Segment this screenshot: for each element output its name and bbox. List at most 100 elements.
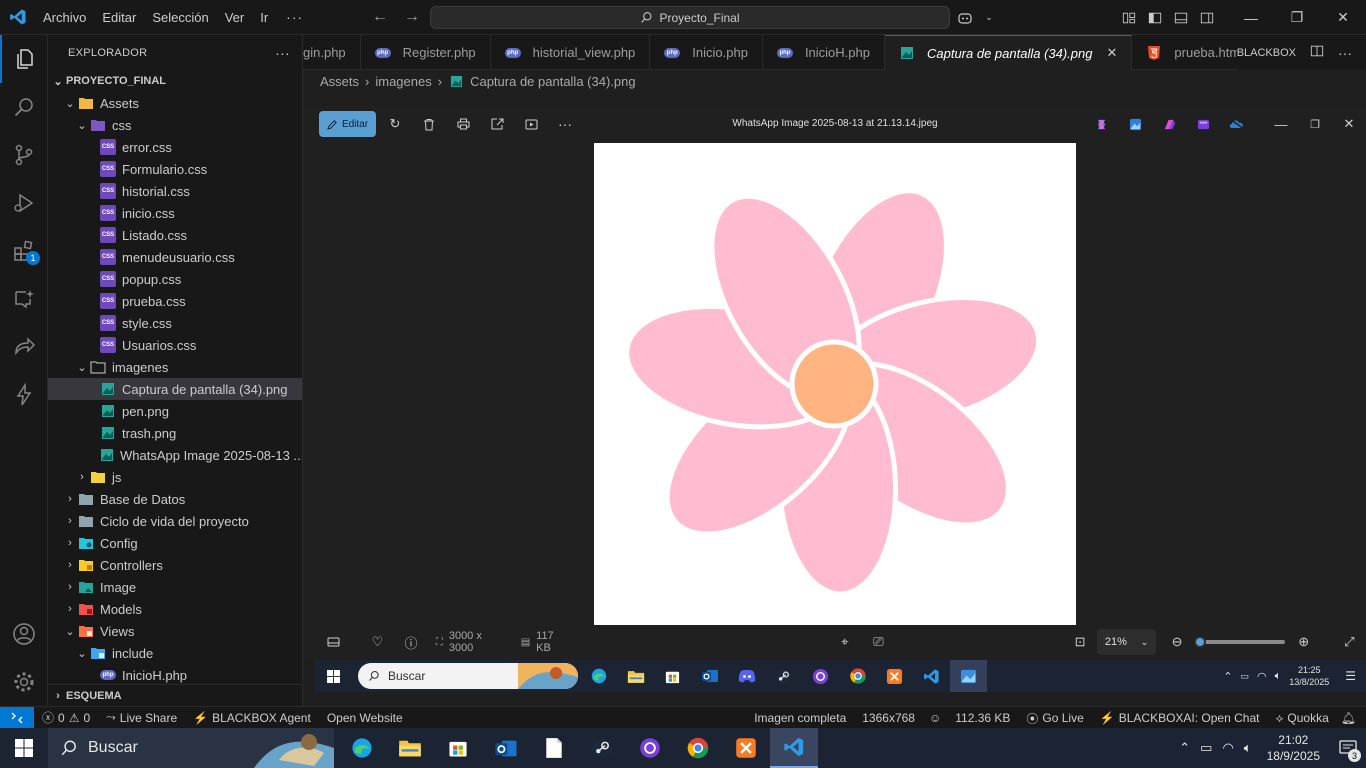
xampp-icon[interactable]	[722, 728, 770, 768]
tree-file-whatsapp-image[interactable]: WhatsApp Image 2025-08-13 ...	[48, 444, 302, 466]
tree-file-trash-png[interactable]: trash.png	[48, 422, 302, 444]
tab-register-php[interactable]: php Register.php	[361, 35, 491, 70]
explorer-icon[interactable]	[0, 35, 48, 83]
tree-file-usuarios-css[interactable]: CSS Usuarios.css	[48, 334, 302, 356]
photos-app-icon[interactable]	[1118, 106, 1152, 142]
image-resolution-status[interactable]: 1366x768	[854, 711, 923, 725]
zoom-in-icon[interactable]: ⊕	[1287, 624, 1321, 660]
source-control-icon[interactable]	[0, 131, 48, 179]
minimize-button[interactable]: —	[1228, 0, 1274, 35]
vscode-taskbar-icon[interactable]	[770, 728, 818, 768]
wifi-icon[interactable]: ◠	[1217, 740, 1238, 756]
tab-inicio-php[interactable]: php Inicio.php	[650, 35, 763, 70]
menu-more-button[interactable]: ···	[276, 9, 313, 25]
tree-folder-css[interactable]: ⌄ css	[48, 114, 302, 136]
windows-start-icon[interactable]	[315, 660, 352, 692]
steam-icon[interactable]	[578, 728, 626, 768]
copilot-icon[interactable]	[948, 0, 982, 35]
open-website-status[interactable]: Open Website	[319, 711, 411, 725]
customize-layout-icon[interactable]	[1116, 0, 1142, 35]
github-desktop-icon[interactable]	[802, 660, 839, 692]
notepad-icon[interactable]	[530, 728, 578, 768]
close-button[interactable]: ✕	[1320, 0, 1366, 35]
visual-search-icon[interactable]: ⌖	[828, 624, 862, 660]
tree-folder-ciclo-de-vida[interactable]: › Ciclo de vida del proyecto	[48, 510, 302, 532]
system-clock[interactable]: 21:02 18/9/2025	[1257, 732, 1330, 764]
zoom-out-icon[interactable]: ⊖	[1160, 624, 1194, 660]
photos-taskbar-icon[interactable]	[950, 660, 987, 692]
close-tab-icon[interactable]: ✕	[1107, 45, 1118, 61]
breadcrumb-imagenes[interactable]: imagenes	[375, 74, 431, 89]
copilot-app-icon[interactable]	[1084, 106, 1118, 142]
notifications-bell-icon[interactable]: 🔔︎	[1337, 711, 1366, 725]
project-root[interactable]: ⌄ PROYECTO_FINAL	[48, 70, 302, 92]
tab-historial-view-php[interactable]: php historial_view.php	[491, 35, 651, 70]
viewer-restore-button[interactable]: ❐	[1298, 106, 1332, 142]
run-debug-icon[interactable]	[0, 179, 48, 227]
tab-captura-png[interactable]: Captura de pantalla (34).png ✕	[884, 35, 1133, 70]
split-editor-icon[interactable]	[1310, 44, 1324, 61]
viewer-minimize-button[interactable]: —	[1264, 106, 1298, 142]
menu-ver[interactable]: Ver	[217, 0, 253, 35]
xampp-icon[interactable]	[876, 660, 913, 692]
edge-icon[interactable]	[580, 660, 617, 692]
tree-file-historial-css[interactable]: CSS historial.css	[48, 180, 302, 202]
outlook-icon[interactable]	[482, 728, 530, 768]
tree-folder-include[interactable]: ⌄ include	[48, 642, 302, 664]
menu-ir[interactable]: Ir	[252, 0, 276, 35]
chevron-up-icon[interactable]: ⌃	[1223, 670, 1232, 683]
chevron-up-icon[interactable]: ⌃	[1174, 740, 1195, 756]
outline-section[interactable]: › ESQUEMA	[48, 684, 303, 706]
tree-folder-base-de-datos[interactable]: › Base de Datos	[48, 488, 302, 510]
blackbox-button[interactable]: BLACKBOX	[1237, 47, 1296, 59]
tab-login-php[interactable]: gin.php	[303, 35, 361, 70]
menu-archivo[interactable]: Archivo	[35, 0, 94, 35]
volume-icon[interactable]: 🔈︎	[1239, 740, 1257, 756]
notification-center-icon[interactable]: 3	[1330, 740, 1366, 762]
volume-icon[interactable]: 🔈︎	[1275, 670, 1282, 683]
problems-indicator[interactable]: ⓧ 0 ⚠ 0	[34, 709, 98, 726]
favorite-heart-icon[interactable]: ♡	[361, 624, 395, 660]
restore-button[interactable]: ❐	[1274, 0, 1320, 35]
onedrive-icon[interactable]	[1220, 106, 1254, 142]
command-center[interactable]: Proyecto_Final	[430, 6, 950, 29]
viewer-close-button[interactable]: ✕	[1332, 106, 1366, 142]
menu-editar[interactable]: Editar	[94, 0, 144, 35]
tree-file-captura-png[interactable]: Captura de pantalla (34).png	[48, 378, 302, 400]
taskbar-search-box[interactable]: Buscar	[48, 728, 334, 768]
tree-folder-controllers[interactable]: › Controllers	[48, 554, 302, 576]
wifi-icon[interactable]: ◠	[1257, 670, 1267, 683]
go-live-status[interactable]: ⦿ Go Live	[1018, 710, 1091, 727]
zoom-dropdown[interactable]: 21% ⌄	[1096, 629, 1157, 655]
copilot-status-icon[interactable]: ☺	[923, 711, 947, 725]
discord-icon[interactable]	[728, 660, 765, 692]
settings-gear-icon[interactable]	[0, 658, 48, 706]
notification-icon[interactable]: ☰	[1345, 669, 1356, 683]
tree-file-pen-png[interactable]: pen.png	[48, 400, 302, 422]
clipchamp-app-icon[interactable]	[1186, 106, 1220, 142]
tree-folder-views[interactable]: ⌄ Views	[48, 620, 302, 642]
zoom-slider-knob[interactable]	[1193, 636, 1206, 648]
blackboxai-status[interactable]: ⚡ BLACKBOXAI: Open Chat	[1092, 711, 1268, 725]
steam-icon[interactable]	[765, 660, 802, 692]
battery-icon[interactable]: ▭	[1195, 740, 1217, 756]
windows-start-button[interactable]	[0, 728, 48, 768]
zoom-slider[interactable]	[1193, 636, 1285, 648]
designer-app-icon[interactable]	[1152, 106, 1186, 142]
tree-file-popup-css[interactable]: CSS popup.css	[48, 268, 302, 290]
github-desktop-icon[interactable]	[626, 728, 674, 768]
toggle-panel-icon[interactable]	[1168, 0, 1194, 35]
toggle-secondary-sidebar-icon[interactable]	[1194, 0, 1220, 35]
toggle-primary-sidebar-icon[interactable]	[1142, 0, 1168, 35]
tree-folder-imagenes[interactable]: ⌄ imagenes	[48, 356, 302, 378]
editor-more-button[interactable]: ···	[1338, 45, 1352, 61]
tree-file-error-css[interactable]: CSS error.css	[48, 136, 302, 158]
tree-folder-models[interactable]: › Models	[48, 598, 302, 620]
tree-file-style-css[interactable]: CSS style.css	[48, 312, 302, 334]
tree-folder-js[interactable]: › js	[48, 466, 302, 488]
chrome-icon[interactable]	[839, 660, 876, 692]
copilot-chat-icon[interactable]	[0, 275, 48, 323]
quokka-status[interactable]: ⟡ Quokka	[1267, 711, 1336, 726]
screenshot-clock[interactable]: 21:25 13/8/2025	[1289, 664, 1329, 688]
tree-file-inicio-css[interactable]: CSS inicio.css	[48, 202, 302, 224]
